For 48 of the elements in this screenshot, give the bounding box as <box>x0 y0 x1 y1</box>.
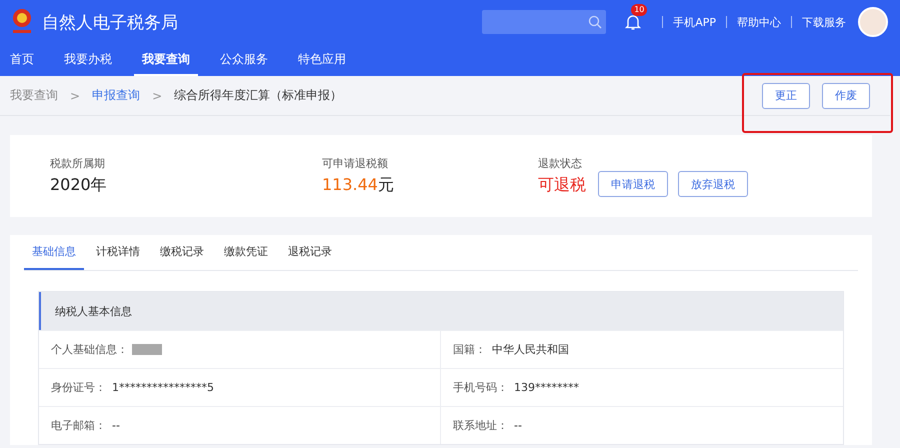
tab[interactable]: 缴税记录 <box>152 235 212 270</box>
redacted-block <box>132 344 162 355</box>
header-link[interactable]: 手机APP <box>673 14 716 30</box>
notification-count: 10 <box>631 4 648 16</box>
header-link[interactable]: 帮助中心 <box>737 14 781 30</box>
site-title: 自然人电子税务局 <box>42 12 179 34</box>
status-label: 退款状态 <box>538 156 583 171</box>
refund-amount-label: 可申请退税额 <box>322 156 389 171</box>
action-button[interactable]: 更正 <box>762 82 810 108</box>
refund-button[interactable]: 申请退税 <box>598 171 668 197</box>
nav-tab[interactable]: 我要查询 <box>134 44 198 76</box>
breadcrumb-link[interactable]: 综合所得年度汇算（标准申报） <box>174 87 342 104</box>
nav-tab[interactable]: 首页 <box>10 44 42 76</box>
emblem-logo <box>10 8 34 36</box>
field-label: 国籍： <box>453 342 486 357</box>
field-value: -- <box>112 419 120 432</box>
avatar[interactable] <box>858 7 888 37</box>
refund-status: 可退税 <box>538 175 586 196</box>
tab[interactable]: 计税详情 <box>88 235 148 270</box>
tab[interactable]: 缴款凭证 <box>216 235 276 270</box>
breadcrumb-link[interactable]: 我要查询 <box>10 87 58 104</box>
section-header: 纳税人基本信息 <box>39 292 843 330</box>
field-label: 电子邮箱： <box>51 418 106 433</box>
action-button[interactable]: 作废 <box>822 82 870 108</box>
field-value: 1****************5 <box>112 381 214 394</box>
refund-button[interactable]: 放弃退税 <box>678 171 748 197</box>
nav-tab[interactable]: 特色应用 <box>290 44 354 76</box>
chevron-icon: > <box>70 88 80 102</box>
period-value: 2020年 <box>50 175 108 196</box>
field-label: 身份证号： <box>51 380 106 395</box>
tab[interactable]: 退税记录 <box>280 235 340 270</box>
refund-amount: 113.44元 <box>322 175 395 196</box>
nav-tab[interactable]: 公众服务 <box>212 44 276 76</box>
period-label: 税款所属期 <box>50 156 106 171</box>
tab[interactable]: 基础信息 <box>24 235 84 270</box>
chevron-icon: > <box>152 88 162 102</box>
nav-tab[interactable]: 我要办税 <box>56 44 120 76</box>
search-field[interactable] <box>482 10 606 34</box>
header-link[interactable]: 下载服务 <box>802 14 846 30</box>
field-label: 个人基础信息： <box>51 342 128 357</box>
field-value: 139******** <box>514 381 579 394</box>
field-label: 手机号码： <box>453 380 508 395</box>
field-value: -- <box>514 419 522 432</box>
field-label: 联系地址： <box>453 418 508 433</box>
search-icon <box>588 15 602 29</box>
breadcrumb-link[interactable]: 申报查询 <box>92 87 140 104</box>
bell-icon[interactable] <box>624 13 642 31</box>
field-value: 中华人民共和国 <box>492 342 569 357</box>
